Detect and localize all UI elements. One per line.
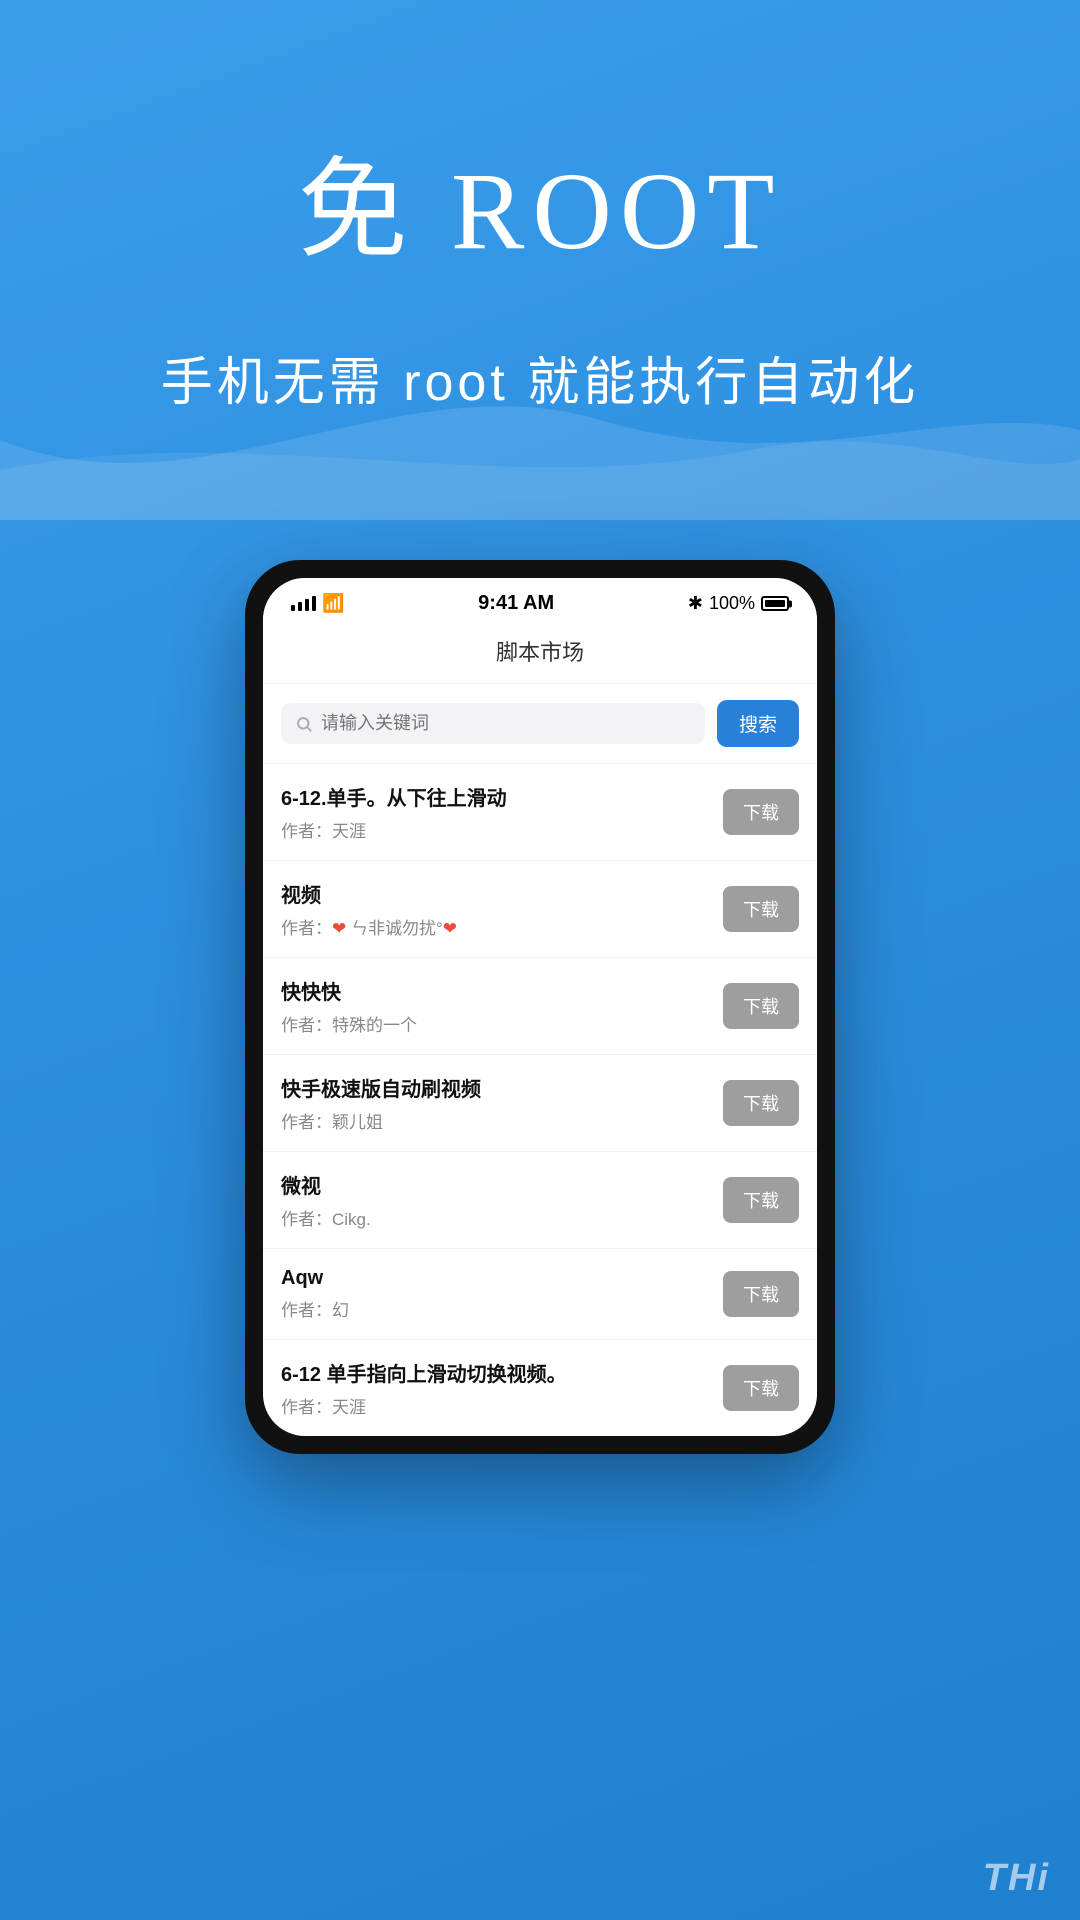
status-time: 9:41 AM bbox=[478, 592, 554, 615]
status-right: ✱ 100% bbox=[688, 593, 789, 614]
hero-subtitle: 手机无需 root 就能执行自动化 bbox=[0, 340, 1080, 415]
script-name: 快快快 bbox=[281, 976, 709, 1005]
status-bar: 📶 9:41 AM ✱ 100% bbox=[263, 578, 817, 623]
wifi-icon: 📶 bbox=[322, 593, 344, 614]
download-button[interactable]: 下载 bbox=[723, 1271, 799, 1317]
app-title: 脚本市场 bbox=[496, 640, 584, 665]
phone-screen: 📶 9:41 AM ✱ 100% 脚本市场 bbox=[263, 578, 817, 1436]
list-item: Aqw 作者：幻 下载 bbox=[263, 1249, 817, 1340]
script-name: 快手极速版自动刷视频 bbox=[281, 1073, 709, 1102]
hero-section: 免 ROOT 手机无需 root 就能执行自动化 bbox=[0, 0, 1080, 415]
download-button[interactable]: 下载 bbox=[723, 983, 799, 1029]
script-info: 快快快 作者：特殊的一个 bbox=[281, 976, 709, 1036]
search-button[interactable]: 搜索 bbox=[717, 700, 799, 747]
list-item: 快快快 作者：特殊的一个 下载 bbox=[263, 958, 817, 1055]
search-icon bbox=[295, 715, 313, 733]
search-area[interactable]: 搜索 bbox=[263, 684, 817, 764]
script-name: 6-12.单手。从下往上滑动 bbox=[281, 782, 709, 811]
script-list: 6-12.单手。从下往上滑动 作者：天涯 下载 视频 作者：❤ ㄣ非诚勿扰°❤ … bbox=[263, 764, 817, 1436]
battery-pct-label: 100% bbox=[709, 593, 755, 614]
battery-icon bbox=[761, 596, 789, 611]
script-author: 作者：天涯 bbox=[281, 817, 709, 842]
signal-icon bbox=[291, 596, 316, 611]
list-item: 6-12.单手。从下往上滑动 作者：天涯 下载 bbox=[263, 764, 817, 861]
app-header: 脚本市场 bbox=[263, 623, 817, 684]
script-author: 作者：特殊的一个 bbox=[281, 1011, 709, 1036]
heart-icon-2: ❤ bbox=[443, 919, 457, 938]
list-item: 视频 作者：❤ ㄣ非诚勿扰°❤ 下载 bbox=[263, 861, 817, 958]
phone-frame: 📶 9:41 AM ✱ 100% 脚本市场 bbox=[245, 560, 835, 1454]
heart-icon: ❤ bbox=[332, 919, 346, 938]
search-input-wrapper bbox=[281, 703, 705, 744]
script-name: 微视 bbox=[281, 1170, 709, 1199]
script-info: Aqw 作者：幻 bbox=[281, 1267, 709, 1321]
download-button[interactable]: 下载 bbox=[723, 886, 799, 932]
script-author: 作者：天涯 bbox=[281, 1393, 709, 1418]
script-info: 6-12 单手指向上滑动切换视频。 作者：天涯 bbox=[281, 1358, 709, 1418]
script-name: 6-12 单手指向上滑动切换视频。 bbox=[281, 1358, 709, 1387]
script-name: Aqw bbox=[281, 1267, 709, 1290]
script-info: 6-12.单手。从下往上滑动 作者：天涯 bbox=[281, 782, 709, 842]
watermark: THi bbox=[953, 1837, 1080, 1920]
download-button[interactable]: 下载 bbox=[723, 789, 799, 835]
status-left: 📶 bbox=[291, 593, 344, 614]
script-author: 作者：颖儿姐 bbox=[281, 1108, 709, 1133]
script-info: 快手极速版自动刷视频 作者：颖儿姐 bbox=[281, 1073, 709, 1133]
bluetooth-icon: ✱ bbox=[688, 593, 703, 614]
script-info: 视频 作者：❤ ㄣ非诚勿扰°❤ bbox=[281, 879, 709, 939]
list-item: 微视 作者：Cikg. 下载 bbox=[263, 1152, 817, 1249]
phone-mockup: 📶 9:41 AM ✱ 100% 脚本市场 bbox=[245, 560, 835, 1454]
download-button[interactable]: 下载 bbox=[723, 1177, 799, 1223]
script-author: 作者：Cikg. bbox=[281, 1205, 709, 1230]
list-item: 快手极速版自动刷视频 作者：颖儿姐 下载 bbox=[263, 1055, 817, 1152]
search-input[interactable] bbox=[321, 713, 691, 734]
download-button[interactable]: 下载 bbox=[723, 1365, 799, 1411]
script-author: 作者：幻 bbox=[281, 1296, 709, 1321]
list-item: 6-12 单手指向上滑动切换视频。 作者：天涯 下载 bbox=[263, 1340, 817, 1436]
script-name: 视频 bbox=[281, 879, 709, 908]
download-button[interactable]: 下载 bbox=[723, 1080, 799, 1126]
script-info: 微视 作者：Cikg. bbox=[281, 1170, 709, 1230]
hero-title: 免 ROOT bbox=[0, 120, 1080, 280]
script-author: 作者：❤ ㄣ非诚勿扰°❤ bbox=[281, 914, 709, 939]
